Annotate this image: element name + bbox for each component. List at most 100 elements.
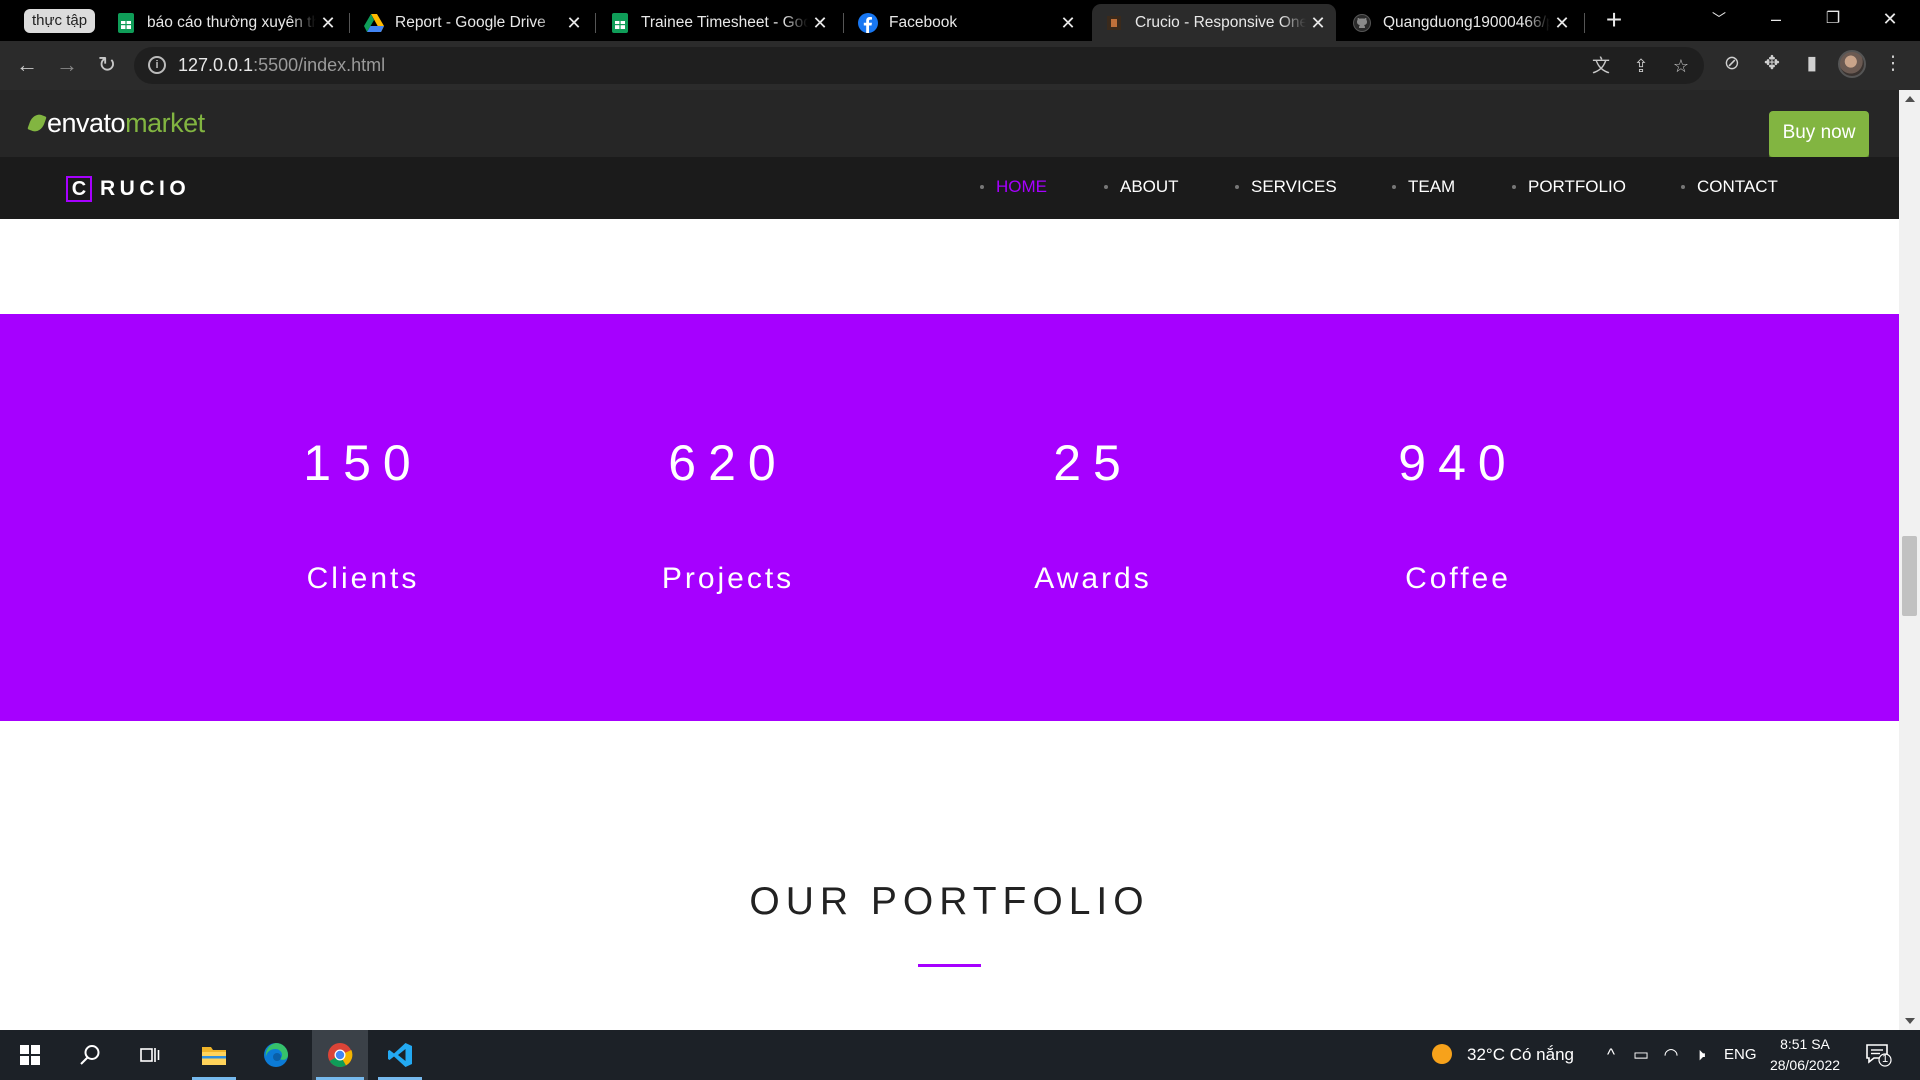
- counter-value: 940: [1398, 435, 1518, 491]
- restore-icon[interactable]: ❐: [1813, 4, 1853, 34]
- portfolio-heading: OUR PORTFOLIO: [749, 880, 1150, 923]
- envato-logo-text: envato: [47, 107, 126, 138]
- nav-item-contact[interactable]: CONTACT: [1681, 177, 1778, 197]
- windows-start-icon[interactable]: [4, 1030, 56, 1080]
- nav-item-team[interactable]: TEAM: [1392, 177, 1455, 197]
- weather-sun-icon[interactable]: [1430, 1043, 1454, 1070]
- nav-item-home[interactable]: HOME: [980, 177, 1047, 197]
- chrome-browser-icon[interactable]: [312, 1030, 368, 1080]
- logo-letter-box: C: [66, 176, 92, 202]
- back-arrow-icon[interactable]: ←: [12, 50, 42, 80]
- share-icon[interactable]: ⇪: [1630, 55, 1652, 77]
- google-sheets-icon: [610, 12, 630, 33]
- clock-time: 8:51 SA: [1780, 1036, 1830, 1052]
- url-host: 127.0.0.1: [178, 55, 254, 75]
- tab-title: Trainee Timesheet - Goo: [641, 13, 808, 31]
- extensions-puzzle-icon[interactable]: ✥: [1759, 51, 1785, 77]
- buy-now-button[interactable]: Buy now: [1769, 111, 1869, 157]
- notification-count: 1: [1881, 1053, 1889, 1065]
- envato-leaf-icon: [27, 112, 47, 134]
- counter-value: 150: [303, 435, 423, 491]
- battery-icon[interactable]: ▭: [1630, 1045, 1652, 1065]
- github-icon: [1352, 13, 1372, 33]
- close-icon[interactable]: ✕: [1056, 6, 1080, 40]
- browser-tab[interactable]: báo cáo thường xuyên th ✕: [104, 4, 346, 41]
- side-panel-icon[interactable]: ▮: [1799, 51, 1825, 77]
- site-info-icon[interactable]: i: [148, 56, 166, 74]
- system-clock[interactable]: 8:51 SA 28/06/2022: [1762, 1034, 1848, 1076]
- tab-group-label[interactable]: thực tập: [24, 9, 96, 33]
- counter-label: Clients: [306, 562, 420, 595]
- nav-bullet: [1104, 185, 1108, 189]
- counters-section: 150 Clients 620 Projects 25 Awards 940 C…: [0, 314, 1899, 721]
- page-viewport: envato market Buy now C RUCIO HOME ABOUT…: [0, 90, 1920, 1030]
- translate-icon[interactable]: 文: [1590, 55, 1612, 77]
- address-bar[interactable]: i 127.0.0.1:5500/index.html 文 ⇪ ☆: [134, 47, 1704, 84]
- browser-tab[interactable]: Report - Google Drive ✕: [352, 4, 592, 41]
- browser-tab[interactable]: Quangduong19000466/p ✕: [1340, 4, 1580, 41]
- page-scrollbar[interactable]: [1899, 90, 1920, 1030]
- scrollbar-thumb[interactable]: [1902, 536, 1917, 616]
- profile-avatar[interactable]: [1838, 50, 1866, 78]
- browser-tab-active[interactable]: Crucio - Responsive One ✕: [1092, 4, 1336, 41]
- bookmark-star-icon[interactable]: ☆: [1670, 55, 1692, 77]
- close-icon[interactable]: ✕: [1550, 6, 1574, 40]
- counter-value: 620: [668, 435, 788, 491]
- nav-label: SERVICES: [1251, 177, 1337, 196]
- tab-title: báo cáo thường xuyên th: [147, 13, 316, 31]
- nav-label: ABOUT: [1120, 177, 1179, 196]
- show-hidden-icons-chevron-icon[interactable]: ^: [1600, 1045, 1622, 1065]
- counter-label: Projects: [661, 562, 795, 595]
- volume-muted-icon[interactable]: 🕨: [1689, 1045, 1711, 1065]
- envato-market-logo[interactable]: envato market: [27, 107, 205, 138]
- task-view-icon[interactable]: [124, 1030, 176, 1080]
- scroll-up-arrow-icon[interactable]: [1905, 96, 1915, 102]
- nav-label: HOME: [996, 177, 1047, 196]
- clock-date: 28/06/2022: [1769, 1057, 1841, 1073]
- heading-underline: [918, 964, 981, 967]
- nav-item-about[interactable]: ABOUT: [1104, 177, 1179, 197]
- browser-tab[interactable]: Facebook ✕: [846, 4, 1086, 41]
- nav-item-portfolio[interactable]: PORTFOLIO: [1512, 177, 1626, 197]
- browser-tab-strip: thực tập báo cáo thường xuyên th ✕ Repor…: [0, 0, 1920, 41]
- weather-text[interactable]: 32°C Có nắng: [1467, 1045, 1574, 1065]
- file-explorer-icon[interactable]: [188, 1030, 240, 1080]
- search-icon[interactable]: [64, 1030, 116, 1080]
- tab-separator: [1584, 13, 1585, 33]
- tab-title: Facebook: [889, 13, 958, 31]
- nav-bullet: [1681, 185, 1685, 189]
- notification-center-icon[interactable]: 1: [1866, 1043, 1894, 1067]
- url-text[interactable]: 127.0.0.1:5500/index.html: [178, 55, 385, 76]
- edge-browser-icon[interactable]: [250, 1030, 302, 1080]
- close-icon[interactable]: ✕: [808, 6, 832, 40]
- close-icon[interactable]: ✕: [562, 6, 586, 40]
- minimize-icon[interactable]: –: [1756, 4, 1796, 34]
- tab-title: Report - Google Drive: [395, 13, 546, 31]
- crucio-logo[interactable]: C RUCIO: [66, 176, 190, 202]
- tab-title: Crucio - Responsive One: [1135, 13, 1306, 31]
- window-close-icon[interactable]: ✕: [1870, 4, 1910, 34]
- close-icon[interactable]: ✕: [316, 6, 340, 40]
- wifi-icon[interactable]: ◠: [1660, 1045, 1682, 1065]
- envato-preview-bar: envato market Buy now: [0, 90, 1899, 157]
- crucio-favicon: [1104, 13, 1124, 33]
- vscode-icon[interactable]: [374, 1030, 426, 1080]
- nav-item-services[interactable]: SERVICES: [1235, 177, 1337, 197]
- close-icon[interactable]: ✕: [1306, 6, 1330, 40]
- tab-title: Quangduong19000466/p: [1383, 13, 1550, 31]
- extension-compass-icon[interactable]: ⊘: [1719, 51, 1745, 77]
- forward-arrow-icon[interactable]: →: [52, 50, 82, 80]
- nav-bullet: [980, 185, 984, 189]
- new-tab-plus-icon[interactable]: +: [1600, 6, 1628, 35]
- nav-label: TEAM: [1408, 177, 1456, 196]
- tab-search-chevron-icon[interactable]: ﹀: [1699, 4, 1739, 34]
- reload-icon[interactable]: ↻: [92, 50, 122, 80]
- logo-text: RUCIO: [100, 177, 191, 200]
- site-navbar: C RUCIO HOME ABOUT SERVICES TEAM PORTFOL…: [0, 157, 1899, 219]
- nav-bullet: [1392, 185, 1396, 189]
- menu-kebab-icon[interactable]: ⋮: [1880, 51, 1906, 77]
- counter-label: Coffee: [1405, 562, 1511, 595]
- input-language[interactable]: ENG: [1724, 1046, 1757, 1063]
- browser-tab[interactable]: Trainee Timesheet - Goo ✕: [598, 4, 838, 41]
- scroll-down-arrow-icon[interactable]: [1905, 1018, 1915, 1024]
